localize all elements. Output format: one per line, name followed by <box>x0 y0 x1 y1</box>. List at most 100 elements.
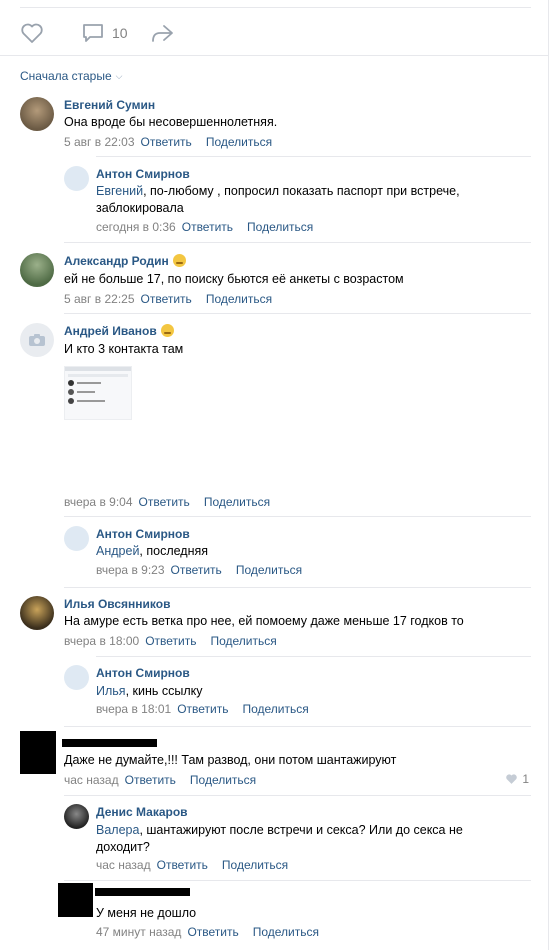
sort-label: Сначала старые <box>20 69 112 83</box>
comment-author[interactable]: Александр Родин <box>64 254 186 268</box>
right-border <box>548 0 549 950</box>
chevron-down-icon: ⌵ <box>115 70 123 81</box>
reply-button[interactable]: Ответить <box>171 563 222 577</box>
share-icon <box>151 25 173 42</box>
share-button[interactable]: Поделиться <box>247 220 313 234</box>
share-button[interactable]: Поделиться <box>206 135 272 149</box>
comment-meta: час назад Ответить Поделиться <box>64 773 256 787</box>
avatar[interactable] <box>20 323 54 357</box>
share-button[interactable]: Поделиться <box>206 292 272 306</box>
reply-addressee[interactable]: Валера <box>96 823 139 837</box>
comment-text: Евгений, по-любому , попросил показать п… <box>96 184 460 215</box>
share-button[interactable]: Поделиться <box>210 634 276 648</box>
comment-time[interactable]: 5 авг в 22:25 <box>64 292 135 306</box>
comment-button[interactable]: 10 <box>82 23 128 43</box>
comment-author[interactable]: Илья Овсянников <box>64 597 170 611</box>
avatar[interactable] <box>20 97 54 131</box>
share-button[interactable]: Поделиться <box>190 773 256 787</box>
comment-meta: вчера в 9:23 Ответить Поделиться <box>96 563 302 577</box>
comment-author[interactable]: Антон Смирнов <box>96 666 190 680</box>
comment-meta: вчера в 9:04 Ответить Поделиться <box>64 495 270 509</box>
comment-text: На амуре есть ветка про нее, ей помоему … <box>64 614 464 628</box>
comment-icon <box>83 24 103 42</box>
share-button[interactable]: Поделиться <box>236 563 302 577</box>
actions-divider <box>0 55 549 56</box>
redacted-avatar <box>58 883 93 917</box>
top-divider <box>20 7 531 8</box>
comment-text: У меня не дошло <box>96 906 197 920</box>
reply-button[interactable]: Ответить <box>141 292 192 306</box>
comment-text: И кто 3 контакта там <box>64 342 184 356</box>
avatar[interactable] <box>64 804 89 829</box>
sort-dropdown[interactable]: Сначала старые ⌵ <box>20 69 122 83</box>
comment-count: 10 <box>112 25 128 41</box>
reply-addressee[interactable]: Евгений <box>96 184 143 198</box>
divider <box>64 516 531 517</box>
divider <box>96 656 531 657</box>
like-button[interactable] <box>20 22 44 44</box>
reply-button[interactable]: Ответить <box>157 858 208 872</box>
comment-time[interactable]: сегодня в 0:36 <box>96 220 176 234</box>
divider <box>64 313 531 314</box>
comment-meta: вчера в 18:00 Ответить Поделиться <box>64 634 277 648</box>
comment-time[interactable]: 5 авг в 22:03 <box>64 135 135 149</box>
like-count: 1 <box>522 772 529 786</box>
comment-author[interactable]: Антон Смирнов <box>96 527 190 541</box>
share-button[interactable]: Поделиться <box>204 495 270 509</box>
reply-button[interactable]: Ответить <box>177 702 228 716</box>
share-button[interactable]: Поделиться <box>253 925 319 939</box>
comment-time[interactable]: час назад <box>64 773 119 787</box>
emoji-icon <box>172 254 186 267</box>
redacted-author-name <box>62 739 157 747</box>
avatar[interactable] <box>64 665 89 690</box>
comment-time[interactable]: вчера в 9:23 <box>96 563 165 577</box>
post-actions: 10 <box>20 18 196 48</box>
avatar[interactable] <box>20 596 54 630</box>
reply-addressee[interactable]: Илья <box>96 684 126 698</box>
divider <box>64 880 531 881</box>
comment-time[interactable]: 47 минут назад <box>96 925 181 939</box>
avatar[interactable] <box>64 526 89 551</box>
reply-button[interactable]: Ответить <box>145 634 196 648</box>
reply-button[interactable]: Ответить <box>141 135 192 149</box>
reply-button[interactable]: Ответить <box>125 773 176 787</box>
avatar[interactable] <box>64 166 89 191</box>
avatar[interactable] <box>20 253 54 287</box>
comment-text: ей не больше 17, по поиску бьются её анк… <box>64 272 404 286</box>
like-counter[interactable]: 1 <box>505 772 529 786</box>
share-button[interactable]: Поделиться <box>222 858 288 872</box>
comment-author[interactable]: Денис Макаров <box>96 805 188 819</box>
comment-author[interactable]: Антон Смирнов <box>96 167 190 181</box>
comment-meta: час назад Ответить Поделиться <box>96 858 288 872</box>
share-post-button[interactable] <box>150 23 174 43</box>
reply-button[interactable]: Ответить <box>182 220 233 234</box>
comment-meta: вчера в 18:01 Ответить Поделиться <box>96 702 309 716</box>
share-button[interactable]: Поделиться <box>242 702 308 716</box>
comment-time[interactable]: вчера в 18:00 <box>64 634 139 648</box>
divider <box>96 156 531 157</box>
comment-author[interactable]: Евгений Сумин <box>64 98 155 112</box>
comment-text: Андрей, последняя <box>96 544 209 558</box>
divider <box>64 587 531 588</box>
comment-meta: сегодня в 0:36 Ответить Поделиться <box>96 220 313 234</box>
camera-icon <box>29 334 45 346</box>
reply-button[interactable]: Ответить <box>187 925 238 939</box>
reply-button[interactable]: Ответить <box>139 495 190 509</box>
comment-text: Она вроде бы несовершеннолетняя. <box>64 115 278 129</box>
comment-text: Даже не думайте,!!! Там развод, они пото… <box>64 753 397 767</box>
reply-addressee[interactable]: Андрей <box>96 544 139 558</box>
divider <box>64 726 531 727</box>
emoji-icon <box>160 324 174 337</box>
comment-time[interactable]: вчера в 18:01 <box>96 702 171 716</box>
comment-meta: 5 авг в 22:25 Ответить Поделиться <box>64 292 272 306</box>
redacted-author-name <box>95 888 190 896</box>
comment-meta: 47 минут назад Ответить Поделиться <box>96 925 319 939</box>
comment-time[interactable]: час назад <box>96 858 151 872</box>
comment-author[interactable]: Андрей Иванов <box>64 324 174 338</box>
comment-time[interactable]: вчера в 9:04 <box>64 495 133 509</box>
comment-meta: 5 авг в 22:03 Ответить Поделиться <box>64 135 272 149</box>
redacted-avatar <box>20 731 56 774</box>
comment-text: Валера, шантажируют после встречи и секс… <box>96 823 463 854</box>
divider <box>64 242 531 243</box>
attached-image[interactable] <box>64 366 132 420</box>
